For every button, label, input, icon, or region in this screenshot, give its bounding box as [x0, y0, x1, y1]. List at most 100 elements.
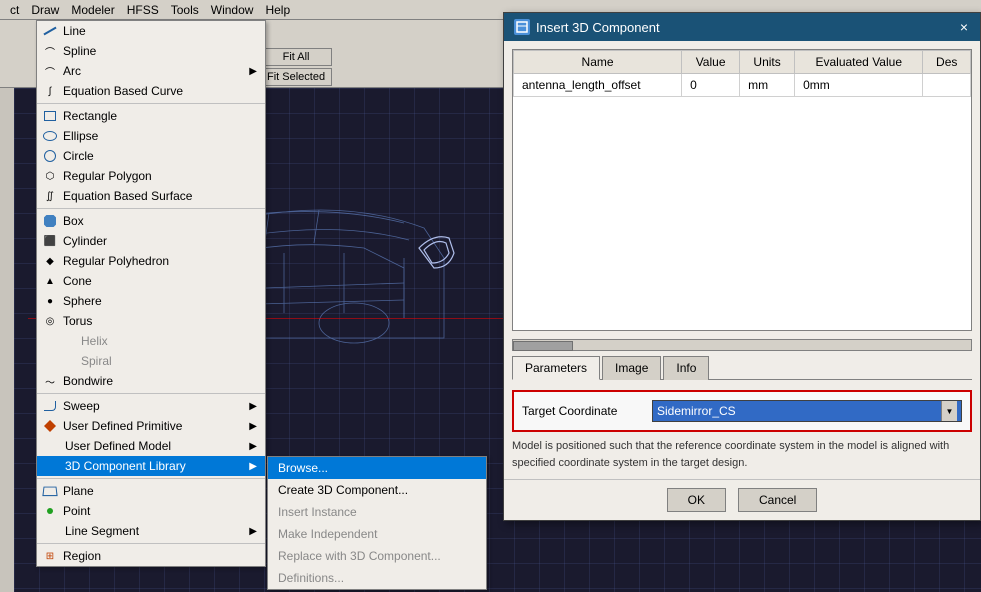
cell-name: antenna_length_offset [514, 74, 682, 97]
tab-image[interactable]: Image [602, 356, 661, 380]
box-icon [41, 212, 59, 230]
menu-item-cone[interactable]: ▲ Cone [37, 271, 265, 291]
cell-des [923, 74, 971, 97]
menu-item-udm[interactable]: User Defined Model ▶ [37, 436, 265, 456]
regular-polyhedron-icon: ◆ [41, 252, 59, 270]
dialog-close-button[interactable]: × [958, 19, 970, 35]
plane-icon [41, 482, 59, 500]
menu-tools[interactable]: Tools [165, 1, 205, 19]
ellipse-icon [41, 127, 59, 145]
cylinder-icon: ⬛ [41, 232, 59, 250]
submenu-item-browse[interactable]: Browse... [268, 457, 486, 479]
menu-item-spline[interactable]: ⌒ Spline [37, 41, 265, 61]
col-header-des: Des [923, 51, 971, 74]
submenu-3d-library: Browse... Create 3D Component... Insert … [267, 456, 487, 590]
menu-item-point[interactable]: Point [37, 501, 265, 521]
rectangle-icon [41, 107, 59, 125]
table-scroll-area[interactable]: Name Value Units Evaluated Value Des ant… [513, 50, 971, 330]
menu-item-3d-component-library[interactable]: 3D Component Library ▶ Browse... Create … [37, 456, 265, 476]
fit-selected-button[interactable]: Fit Selected [260, 68, 332, 86]
target-coordinate-area: Target Coordinate Sidemirror_CS ▼ [512, 390, 972, 432]
3d-lib-arrow: ▶ [249, 461, 257, 472]
menu-modeler[interactable]: Modeler [65, 1, 120, 19]
menu-item-torus[interactable]: ◎ Torus [37, 311, 265, 331]
draw-menu: Line ⌒ Spline ⌒ Arc ▶ ∫ Equation Based C… [36, 20, 266, 567]
eq-curve-icon: ∫ [41, 82, 59, 100]
menu-hfss[interactable]: HFSS [121, 1, 165, 19]
menu-item-regular-polyhedron[interactable]: ◆ Regular Polyhedron [37, 251, 265, 271]
col-header-value: Value [682, 51, 740, 74]
divider-3 [37, 393, 265, 394]
target-coordinate-label: Target Coordinate [522, 404, 642, 418]
table-horizontal-scrollbar[interactable] [512, 339, 972, 351]
submenu-item-insert-instance: Insert Instance [268, 501, 486, 523]
menu-item-cylinder[interactable]: ⬛ Cylinder [37, 231, 265, 251]
target-coordinate-value: Sidemirror_CS [657, 404, 736, 418]
table-row[interactable]: antenna_length_offset 0 mm 0mm [514, 74, 971, 97]
insert-3d-component-dialog: Insert 3D Component × Name Value Units E… [503, 12, 981, 521]
udp-icon [41, 417, 59, 435]
scrollbar-thumb[interactable] [513, 341, 573, 351]
dialog-titlebar: Insert 3D Component × [504, 13, 980, 41]
cell-evaluated: 0mm [795, 74, 923, 97]
tab-parameters[interactable]: Parameters [512, 356, 600, 380]
menu-item-spiral: Spiral [37, 351, 265, 371]
regular-polygon-icon: ⬡ [41, 167, 59, 185]
target-coordinate-row: Target Coordinate Sidemirror_CS ▼ [522, 400, 962, 422]
menu-item-udp[interactable]: User Defined Primitive ▶ [37, 416, 265, 436]
menu-item-arc[interactable]: ⌒ Arc ▶ [37, 61, 265, 81]
menu-item-sweep[interactable]: Sweep ▶ [37, 396, 265, 416]
menu-item-region[interactable]: ⊞ Region [37, 546, 265, 566]
menu-item-sphere[interactable]: ● Sphere [37, 291, 265, 311]
point-icon [41, 502, 59, 520]
submenu-item-replace-3d: Replace with 3D Component... [268, 545, 486, 567]
menu-item-box[interactable]: Box [37, 211, 265, 231]
sphere-icon: ● [41, 292, 59, 310]
spline-icon: ⌒ [41, 42, 59, 60]
cell-units: mm [740, 74, 795, 97]
submenu-item-create-3d[interactable]: Create 3D Component... [268, 479, 486, 501]
sweep-icon [41, 397, 59, 415]
ok-button[interactable]: OK [667, 488, 726, 512]
eq-surface-icon: ∬ [41, 187, 59, 205]
menu-item-plane[interactable]: Plane [37, 481, 265, 501]
col-header-name: Name [514, 51, 682, 74]
udm-arrow: ▶ [249, 441, 257, 452]
menu-item-eq-surface[interactable]: ∬ Equation Based Surface [37, 186, 265, 206]
parameter-table-container: Name Value Units Evaluated Value Des ant… [512, 49, 972, 331]
submenu-item-make-independent: Make Independent [268, 523, 486, 545]
cell-value: 0 [682, 74, 740, 97]
menu-item-rectangle[interactable]: Rectangle [37, 106, 265, 126]
cone-icon: ▲ [41, 272, 59, 290]
menu-item-regular-polygon[interactable]: ⬡ Regular Polygon [37, 166, 265, 186]
description-text: Model is positioned such that the refere… [512, 438, 972, 471]
region-icon: ⊞ [41, 547, 59, 565]
menu-item-line[interactable]: Line [37, 21, 265, 41]
menu-item-ellipse[interactable]: Ellipse [37, 126, 265, 146]
arc-icon: ⌒ [41, 62, 59, 80]
menu-item-circle[interactable]: Circle [37, 146, 265, 166]
udp-arrow: ▶ [249, 421, 257, 432]
fit-all-button[interactable]: Fit All [260, 48, 332, 66]
menu-ct[interactable]: ct [4, 1, 25, 19]
menu-item-eq-curve[interactable]: ∫ Equation Based Curve [37, 81, 265, 101]
menu-item-line-segment[interactable]: Line Segment ▶ [37, 521, 265, 541]
torus-icon: ◎ [41, 312, 59, 330]
line-icon [41, 22, 59, 40]
divider-2 [37, 208, 265, 209]
tab-info[interactable]: Info [663, 356, 709, 380]
menu-draw[interactable]: Draw [25, 1, 65, 19]
dialog-app-icon [514, 19, 530, 35]
line-segment-arrow: ▶ [249, 526, 257, 537]
dropdown-arrow-icon[interactable]: ▼ [941, 401, 957, 421]
menu-help[interactable]: Help [259, 1, 296, 19]
target-coordinate-select[interactable]: Sidemirror_CS ▼ [652, 400, 962, 422]
cancel-button[interactable]: Cancel [738, 488, 817, 512]
bondwire-icon: 〜 [41, 372, 59, 390]
divider-4 [37, 478, 265, 479]
menu-item-helix: Helix [37, 331, 265, 351]
menu-item-bondwire[interactable]: 〜 Bondwire [37, 371, 265, 391]
fit-buttons-area: Fit All Fit Selected [260, 48, 332, 86]
dialog-title-text: Insert 3D Component [536, 20, 660, 35]
menu-window[interactable]: Window [205, 1, 260, 19]
